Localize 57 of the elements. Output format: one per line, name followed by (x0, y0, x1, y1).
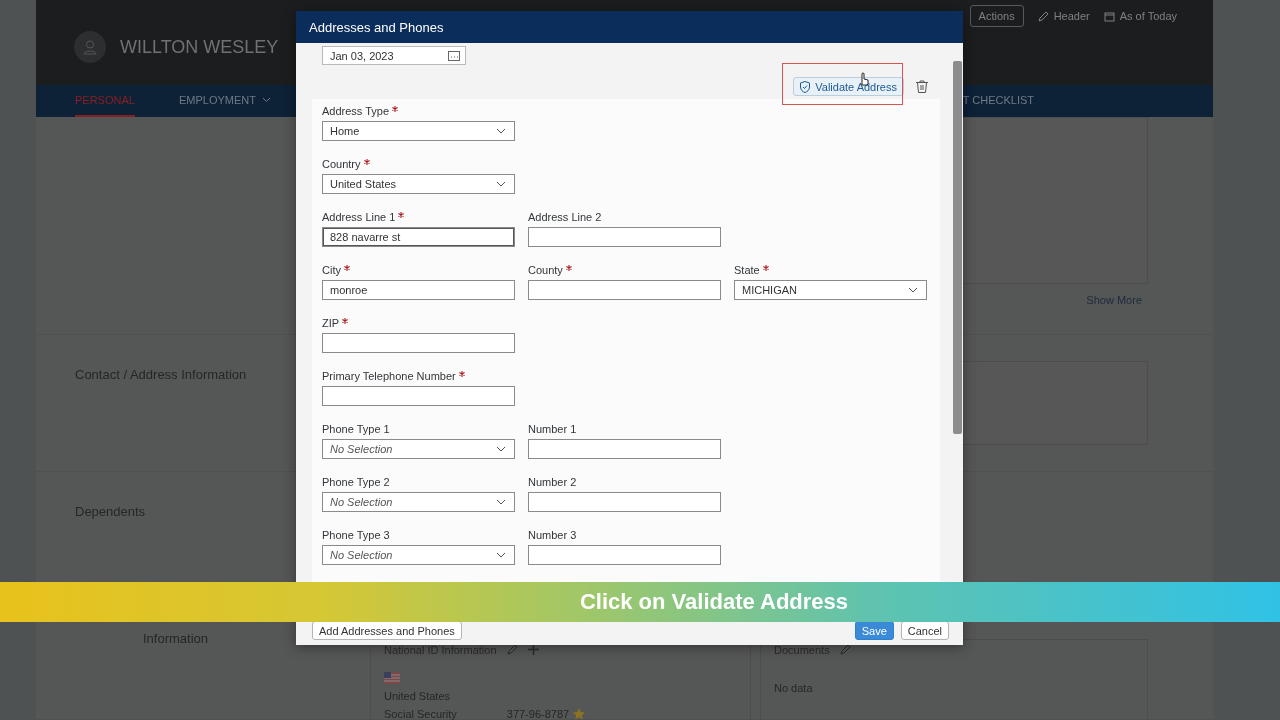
shield-icon (800, 80, 811, 93)
field-label: Primary Telephone Number (322, 370, 456, 383)
dropdown-field[interactable]: United States (322, 174, 515, 194)
calendar-icon (1103, 10, 1115, 22)
field-label: Number 3 (528, 529, 577, 542)
chevron-down-icon (496, 446, 506, 452)
chevron-down-icon (496, 128, 506, 134)
pencil-icon (1037, 10, 1049, 22)
input-field[interactable] (528, 492, 721, 512)
input-field[interactable] (528, 227, 721, 247)
trash-icon[interactable] (916, 80, 928, 93)
input-field[interactable] (528, 545, 721, 565)
scrollbar-thumb[interactable] (953, 61, 962, 434)
nav-tab[interactable]: EMPLOYMENT (178, 84, 271, 118)
pencil-icon[interactable] (506, 644, 518, 656)
field-label: County (528, 264, 563, 277)
field-label: Phone Type 1 (322, 423, 390, 436)
chevron-down-icon (496, 181, 506, 187)
actions-button[interactable]: Actions (969, 5, 1024, 27)
field-label: Number 2 (528, 476, 577, 489)
plus-icon[interactable] (527, 644, 539, 656)
field-label: City (322, 264, 341, 277)
field-label: Phone Type 2 (322, 476, 390, 489)
date-field[interactable]: Jan 03, 2023 (322, 46, 466, 65)
header-action[interactable]: As of Today (1103, 6, 1177, 26)
field-label: State (734, 264, 760, 277)
chevron-down-icon (908, 287, 918, 293)
input-field[interactable]: monroe (322, 280, 515, 300)
dropdown-field[interactable]: Home (322, 121, 515, 141)
field-label: Address Line 1 (322, 211, 396, 224)
dropdown-field[interactable]: No Selection (322, 492, 515, 512)
calendar-icon[interactable] (448, 50, 460, 61)
field-label: Address Line 2 (528, 211, 602, 224)
nav-tab[interactable]: T CHECKLIST (962, 84, 1034, 118)
header-action[interactable]: Header (1037, 6, 1090, 26)
input-field[interactable]: 828 navarre st (322, 227, 515, 247)
field-label: ZIP (322, 317, 340, 330)
pencil-icon[interactable] (839, 644, 851, 656)
input-field[interactable] (528, 439, 721, 459)
field-label: Number 1 (528, 423, 577, 436)
dropdown-field[interactable]: MICHIGAN (734, 280, 927, 300)
chevron-down-icon (496, 552, 506, 558)
avatar (74, 31, 106, 63)
field-label: Address Type (322, 105, 390, 118)
dropdown-field[interactable]: No Selection (322, 545, 515, 565)
input-field[interactable] (322, 333, 515, 353)
dialog-title: Addresses and Phones (296, 11, 963, 43)
field-label: Phone Type 3 (322, 529, 390, 542)
employee-name: WILLTON WESLEY (120, 36, 279, 58)
input-field[interactable] (528, 280, 721, 300)
caption-text: Click on Validate Address (579, 589, 849, 615)
validate-address-button[interactable]: Validate Address (793, 77, 904, 96)
chevron-down-icon (496, 499, 506, 505)
input-field[interactable] (322, 386, 515, 406)
flag-icon (384, 672, 400, 684)
dropdown-field[interactable]: No Selection (322, 439, 515, 459)
field-label: Country (322, 158, 361, 171)
